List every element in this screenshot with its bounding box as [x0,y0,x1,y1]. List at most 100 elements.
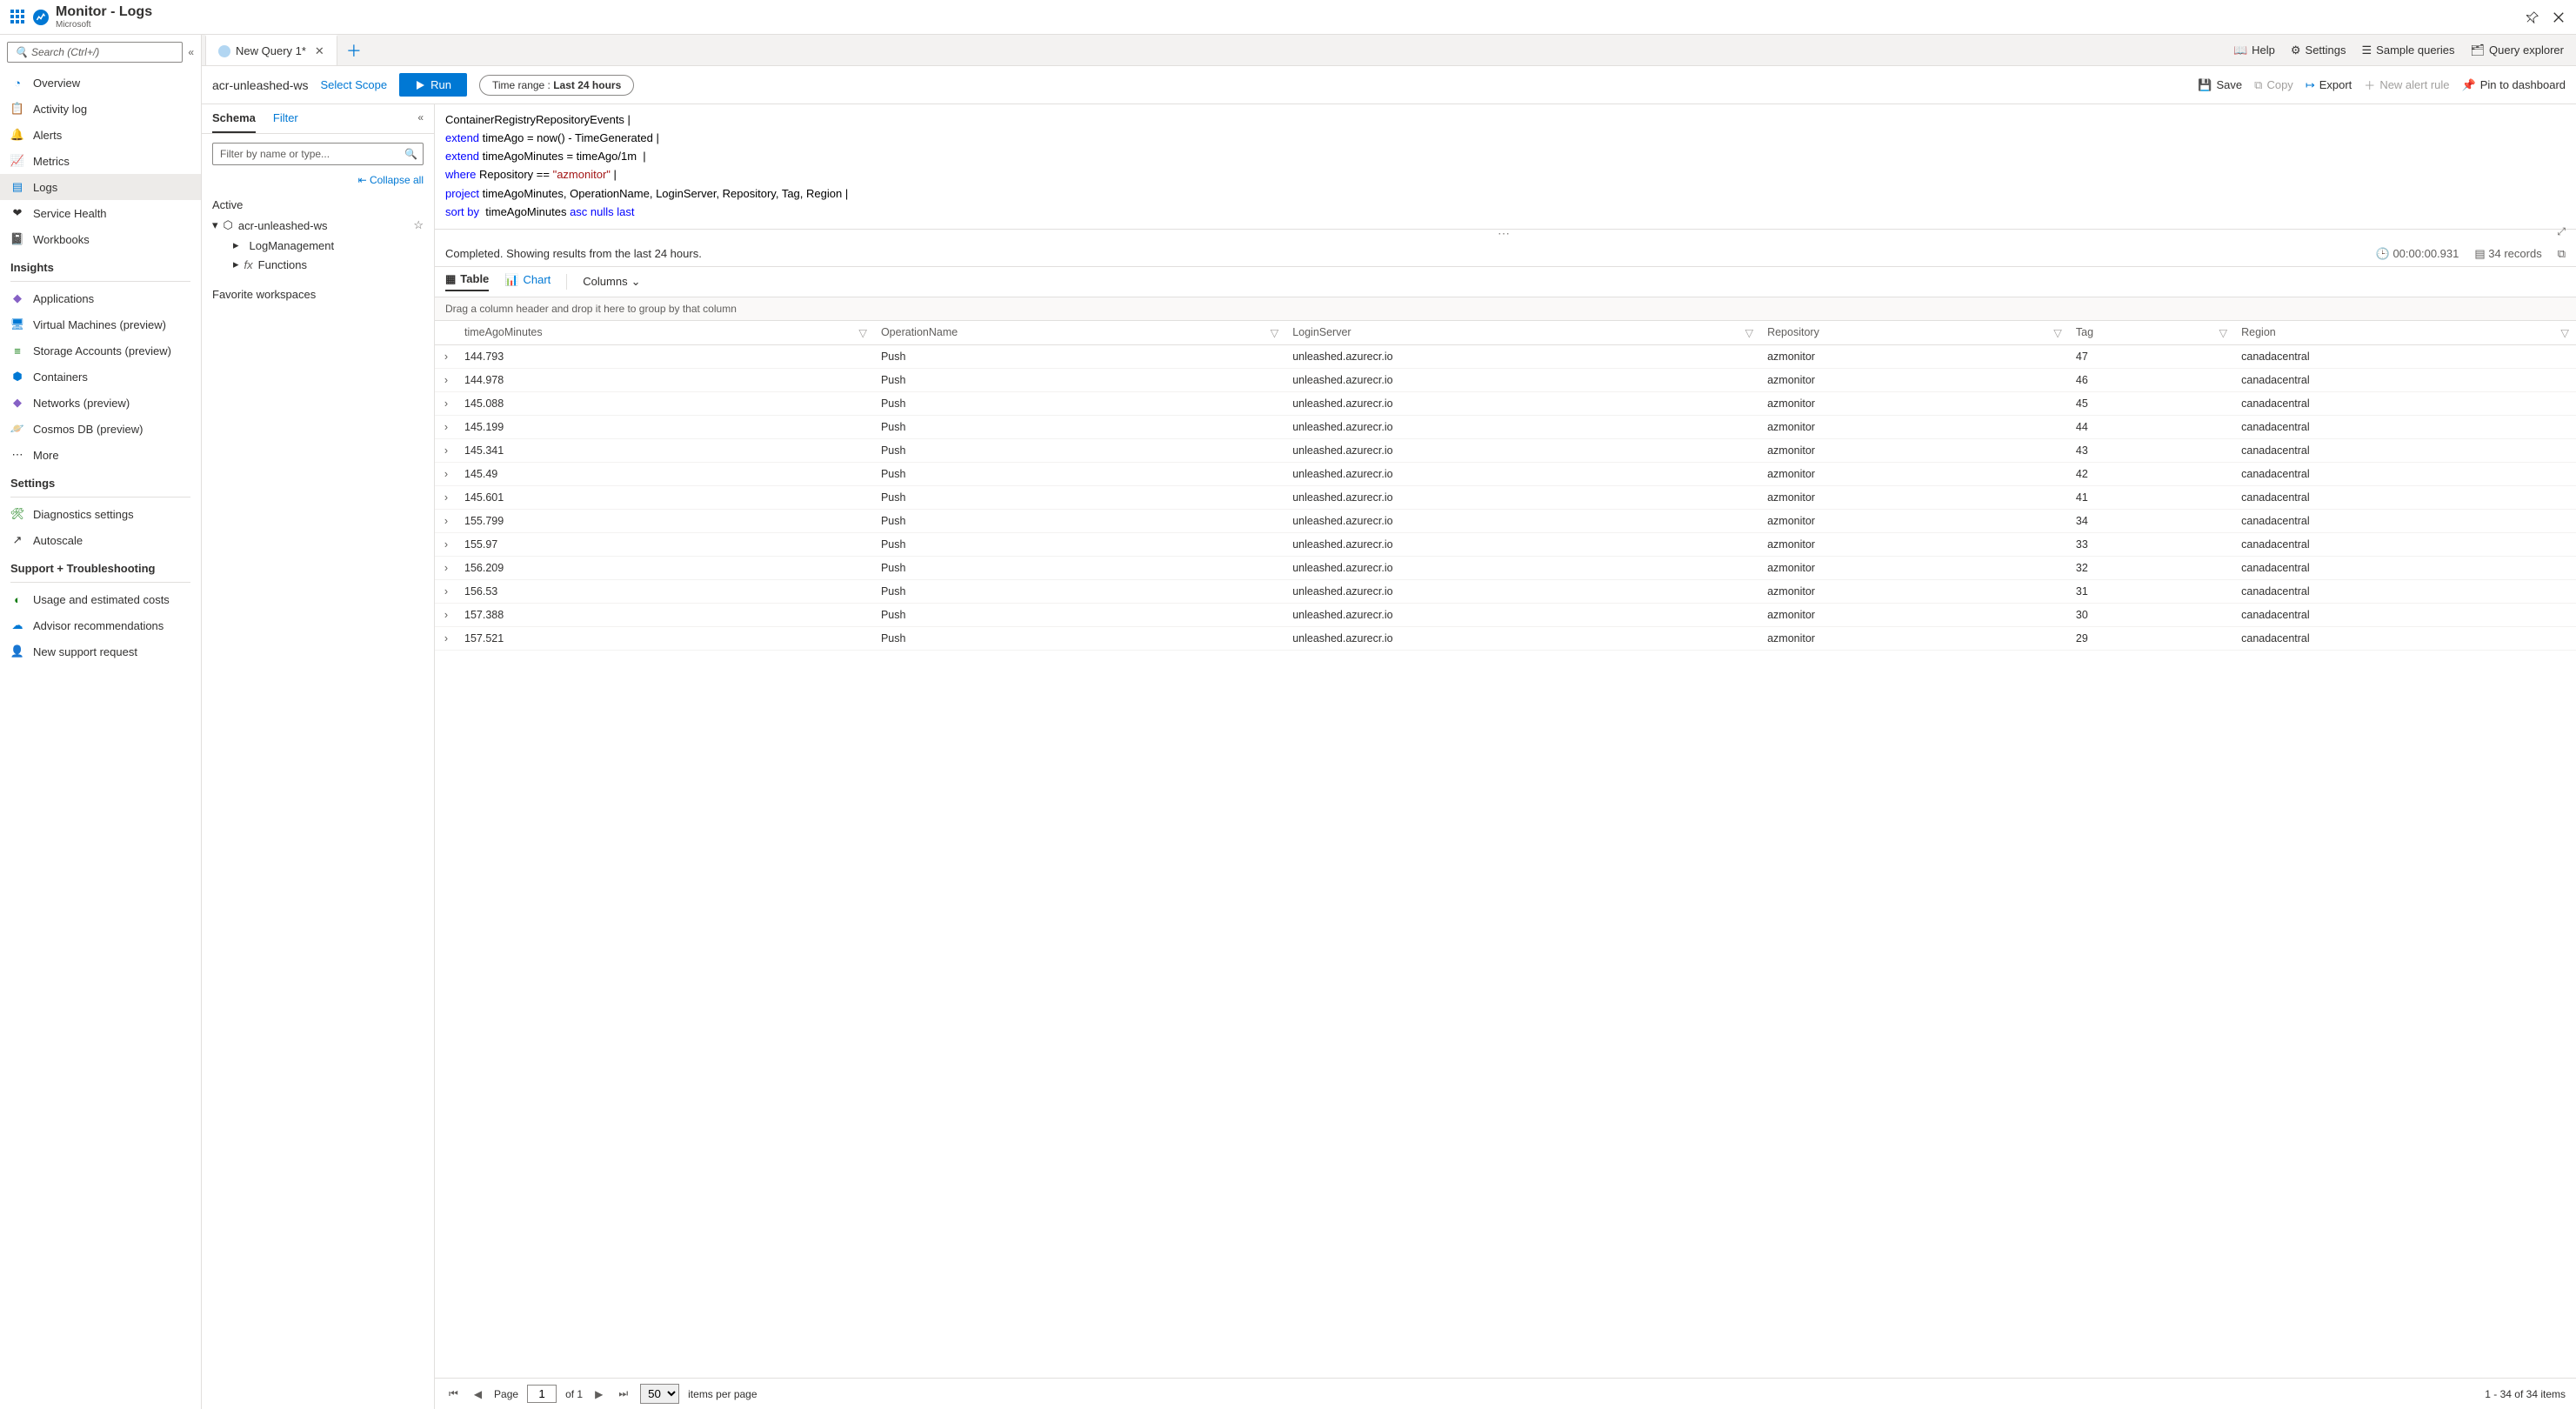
time-range-pill[interactable]: Time range : Last 24 hours [479,75,634,96]
expand-row-icon[interactable]: › [435,462,457,485]
table-row[interactable]: ›144.978Pushunleashed.azurecr.ioazmonito… [435,368,2576,391]
col-Tag[interactable]: Tag▽ [2069,321,2234,345]
expand-row-icon[interactable]: › [435,415,457,438]
sidebar-item-logs[interactable]: ▤Logs [0,174,201,200]
col-LoginServer[interactable]: LoginServer▽ [1285,321,1760,345]
pager-next[interactable]: ▶ [591,1388,606,1400]
star-icon[interactable]: ☆ [413,218,424,232]
collapse-all-link[interactable]: ⇤ Collapse all [212,174,424,186]
page-size-select[interactable]: 50 [640,1384,679,1404]
settings-button[interactable]: ⚙Settings [2291,43,2346,57]
sidebar-item-overview[interactable]: ◔Overview [0,70,201,96]
schema-collapse-icon[interactable]: « [417,111,424,133]
filter-icon[interactable]: ▽ [858,326,867,339]
sidebar-item-support[interactable]: 👤New support request [0,638,201,664]
query-editor[interactable]: ContainerRegistryRepositoryEvents | exte… [435,104,2576,230]
schema-filter-input[interactable]: Filter by name or type... 🔍 [212,143,424,165]
sidebar-item-more[interactable]: ⋯More [0,442,201,468]
help-button[interactable]: 📖Help [2233,43,2275,57]
expand-row-icon[interactable]: › [435,626,457,650]
sidebar-item-workbooks[interactable]: 📓Workbooks [0,226,201,252]
pager-prev[interactable]: ◀ [470,1388,485,1400]
expand-row-icon[interactable]: › [435,391,457,415]
table-row[interactable]: ›145.088Pushunleashed.azurecr.ioazmonito… [435,391,2576,415]
col-Repository[interactable]: Repository▽ [1760,321,2069,345]
table-row[interactable]: ›145.341Pushunleashed.azurecr.ioazmonito… [435,438,2576,462]
search-input[interactable]: 🔍Search (Ctrl+/) [7,42,183,63]
col-timeAgoMinutes[interactable]: timeAgoMinutes▽ [457,321,874,345]
sidebar-item-autoscale[interactable]: ↗Autoscale [0,527,201,553]
expand-icon[interactable]: ⤢ [2557,228,2569,235]
sidebar-collapse-icon[interactable]: « [188,46,194,58]
sidebar-item-service-health[interactable]: ❤Service Health [0,200,201,226]
expand-row-icon[interactable]: › [435,532,457,556]
workspace-node[interactable]: ▾ ⬡ acr-unleashed-ws ☆ [212,215,424,236]
expand-row-icon[interactable]: › [435,438,457,462]
new-alert-button[interactable]: ＋New alert rule [2364,77,2449,93]
pager-last[interactable]: ⏭ [615,1387,631,1400]
sidebar-item-applications[interactable]: ◆Applications [0,285,201,311]
sidebar-item-advisor[interactable]: ☁Advisor recommendations [0,612,201,638]
filter-icon[interactable]: ▽ [2219,326,2228,339]
expand-row-icon[interactable]: › [435,579,457,603]
sidebar-item-storage-accounts[interactable]: ≡Storage Accounts (preview) [0,337,201,364]
copy-results-icon[interactable]: ⧉ [2558,247,2566,261]
table-row[interactable]: ›156.53Pushunleashed.azurecr.ioazmonitor… [435,579,2576,603]
pager-first[interactable]: ⏮ [445,1387,462,1400]
schema-tab[interactable]: Schema [212,111,256,133]
table-row[interactable]: ›156.209Pushunleashed.azurecr.ioazmonito… [435,556,2576,579]
table-row[interactable]: ›157.521Pushunleashed.azurecr.ioazmonito… [435,626,2576,650]
page-input[interactable] [527,1385,557,1403]
sidebar-item-usage[interactable]: ◐Usage and estimated costs [0,586,201,612]
sidebar-item-networks[interactable]: ◆Networks (preview) [0,390,201,416]
sidebar-item-cosmos[interactable]: 🪐Cosmos DB (preview) [0,416,201,442]
copy-button[interactable]: ⧉Copy [2254,78,2293,92]
sidebar-item-vms[interactable]: 🖥Virtual Machines (preview) [0,311,201,337]
table-row[interactable]: ›155.97Pushunleashed.azurecr.ioazmonitor… [435,532,2576,556]
table-view-tab[interactable]: ▦Table [445,272,489,291]
expand-row-icon[interactable]: › [435,344,457,368]
tree-node[interactable]: ▸fxFunctions [212,255,424,274]
filter-tab[interactable]: Filter [273,111,298,133]
filter-icon[interactable]: ▽ [2053,326,2062,339]
sidebar-item-containers[interactable]: ⬢Containers [0,364,201,390]
expand-row-icon[interactable]: › [435,509,457,532]
col-Region[interactable]: Region▽ [2234,321,2576,345]
expand-row-icon[interactable]: › [435,556,457,579]
sidebar-item-diag[interactable]: 🛠Diagnostics settings [0,501,201,527]
filter-icon[interactable]: ▽ [1271,326,1279,339]
pin-icon[interactable] [2526,10,2539,24]
pin-button[interactable]: 📌Pin to dashboard [2462,78,2566,92]
resize-handle[interactable]: ⋯ ⤢ [435,230,2576,242]
tree-node[interactable]: ▸LogManagement [212,236,424,255]
sidebar-item-alerts[interactable]: 🔔Alerts [0,122,201,148]
table-row[interactable]: ›144.793Pushunleashed.azurecr.ioazmonito… [435,344,2576,368]
col-OperationName[interactable]: OperationName▽ [874,321,1285,345]
tab-close-icon[interactable]: ✕ [315,44,324,58]
close-icon[interactable] [2552,10,2566,24]
filter-icon[interactable]: ▽ [2560,326,2569,339]
sidebar-item-activity-log[interactable]: 📋Activity log [0,96,201,122]
select-scope-link[interactable]: Select Scope [321,78,388,91]
sample-queries-button[interactable]: ☰Sample queries [2362,43,2455,57]
expand-row-icon[interactable]: › [435,368,457,391]
run-button[interactable]: Run [399,73,467,97]
sidebar-item-metrics[interactable]: 📈Metrics [0,148,201,174]
clock-icon: 🕒 [2376,247,2390,260]
table-row[interactable]: ›145.49Pushunleashed.azurecr.ioazmonitor… [435,462,2576,485]
chart-view-tab[interactable]: 📊Chart [504,273,551,290]
filter-icon[interactable]: ▽ [1745,326,1753,339]
table-row[interactable]: ›145.601Pushunleashed.azurecr.ioazmonito… [435,485,2576,509]
tab-add-button[interactable]: ＋ [337,39,370,62]
query-explorer-button[interactable]: 🗂Query explorer [2471,43,2565,57]
columns-dropdown[interactable]: Columns⌄ [583,275,640,289]
table-row[interactable]: ›157.388Pushunleashed.azurecr.ioazmonito… [435,603,2576,626]
tab-new-query[interactable]: New Query 1* ✕ [205,35,337,65]
expand-row-icon[interactable]: › [435,603,457,626]
save-button[interactable]: 💾Save [2198,78,2242,92]
expand-row-icon[interactable]: › [435,485,457,509]
group-drop-strip[interactable]: Drag a column header and drop it here to… [435,297,2576,321]
table-row[interactable]: ›145.199Pushunleashed.azurecr.ioazmonito… [435,415,2576,438]
table-row[interactable]: ›155.799Pushunleashed.azurecr.ioazmonito… [435,509,2576,532]
export-button[interactable]: ↦Export [2306,78,2352,92]
